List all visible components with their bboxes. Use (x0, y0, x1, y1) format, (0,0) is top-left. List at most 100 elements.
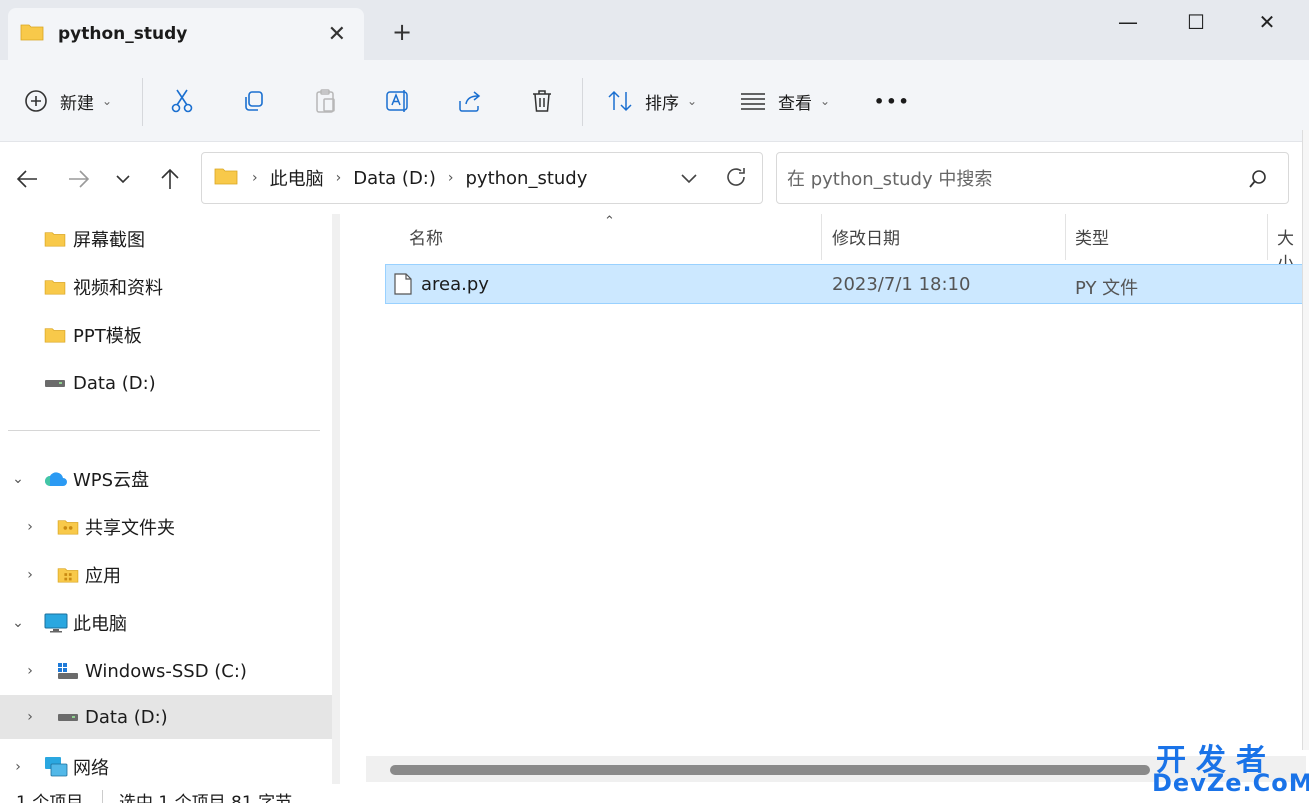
new-tab-button[interactable]: + (392, 18, 412, 46)
chevron-down-icon[interactable]: ⌄ (10, 615, 26, 631)
toolbar-divider (142, 78, 143, 126)
command-bar: 新建 ⌄ 排序 ⌄ 查看 ⌄ ••• (0, 60, 1309, 142)
arrow-up-icon (161, 168, 179, 189)
paste-button[interactable] (314, 86, 338, 116)
sidebar-item-network[interactable]: › 网络 (0, 745, 332, 784)
windows-drive-icon (57, 662, 79, 680)
column-divider[interactable] (821, 214, 822, 260)
sidebar-item-videos-materials[interactable]: 视频和资料 (0, 265, 332, 309)
sidebar-item-ppt-templates[interactable]: PPT模板 (0, 313, 332, 357)
file-icon (394, 273, 412, 300)
cloud-icon (44, 470, 68, 488)
sidebar-item-screenshots[interactable]: 屏幕截图 (0, 217, 332, 261)
arrow-right-icon (69, 170, 90, 188)
column-header-type[interactable]: 类型 (1075, 224, 1109, 249)
sidebar-item-label: 共享文件夹 (85, 518, 175, 539)
sidebar-item-this-pc[interactable]: ⌄ 此电脑 (0, 601, 332, 645)
cut-button[interactable] (170, 86, 194, 116)
column-header-modified[interactable]: 修改日期 (832, 224, 900, 249)
network-icon (44, 756, 68, 778)
site-watermark: 开发者 DevZe.CoM (1150, 735, 1309, 800)
sidebar-item-wps-cloud[interactable]: ⌄ WPS云盘 (0, 457, 332, 501)
back-button[interactable] (12, 164, 42, 194)
rename-button[interactable] (385, 86, 411, 116)
share-button[interactable] (457, 86, 483, 116)
sort-label: 排序 (645, 93, 679, 114)
new-label: 新建 (60, 93, 94, 114)
selection-info: 选中 1 个项目 81 字节 (119, 793, 293, 803)
watermark-line2: DevZe.CoM (1152, 769, 1309, 797)
share-icon (457, 89, 483, 113)
sidebar-item-label: PPT模板 (73, 326, 142, 347)
tab-python-study[interactable]: python_study ✕ (8, 8, 364, 60)
chevron-down-icon (116, 175, 130, 184)
file-modified: 2023/7/1 18:10 (832, 274, 971, 295)
column-divider[interactable] (1267, 214, 1268, 260)
chevron-right-icon[interactable]: › (22, 567, 38, 583)
more-options-button[interactable]: ••• (874, 86, 911, 116)
sidebar-item-label: 屏幕截图 (73, 230, 145, 251)
refresh-icon[interactable] (724, 165, 748, 194)
table-row[interactable]: area.py 2023/7/1 18:10 PY 文件 (385, 264, 1309, 304)
search-box[interactable] (776, 152, 1289, 204)
sidebar-item-data-d-quick[interactable]: Data (D:) (0, 361, 332, 405)
arrow-left-icon (16, 170, 37, 188)
sidebar-item-windows-ssd[interactable]: › Windows-SSD (C:) (0, 649, 332, 693)
folder-icon (44, 326, 66, 344)
column-divider[interactable] (1065, 214, 1066, 260)
list-view-icon (740, 91, 766, 111)
breadcrumb-this-pc[interactable]: 此电脑 (270, 165, 324, 191)
breadcrumb-separator: › (335, 170, 342, 186)
sidebar-item-label: Windows-SSD (C:) (85, 660, 247, 682)
close-tab-icon[interactable]: ✕ (328, 22, 346, 47)
navigation-pane: 屏幕截图 视频和资料 PPT模板 Data (D:) ⌄ WPS云盘 › 共享文… (0, 214, 340, 784)
breadcrumb-separator: › (447, 170, 454, 186)
sidebar-item-label: 应用 (85, 566, 121, 587)
recent-locations-button[interactable] (108, 164, 138, 194)
sort-icon (607, 89, 633, 113)
address-history-chevron-icon[interactable] (680, 167, 698, 194)
tab-title: python_study (58, 24, 188, 44)
chevron-right-icon[interactable]: › (22, 519, 38, 535)
copy-button[interactable] (242, 86, 266, 116)
up-button[interactable] (155, 164, 185, 194)
sort-ascending-icon: ⌃ (604, 214, 615, 229)
forward-button[interactable] (64, 164, 94, 194)
sidebar-item-label: Data (D:) (73, 372, 156, 394)
navigation-bar: › 此电脑 › Data (D:) › python_study (0, 142, 1309, 214)
view-button[interactable]: 查看 ⌄ (740, 86, 830, 116)
status-divider (102, 790, 103, 803)
folder-icon (214, 166, 238, 191)
column-header-name[interactable]: 名称 (409, 224, 443, 249)
chevron-right-icon[interactable]: › (22, 663, 38, 679)
sidebar-item-apps[interactable]: › 应用 (0, 553, 332, 597)
sort-button[interactable]: 排序 ⌄ (607, 86, 697, 116)
maximize-button[interactable]: ☐ (1176, 10, 1216, 34)
search-input[interactable] (787, 165, 1227, 193)
minimize-button[interactable]: — (1108, 10, 1148, 34)
rename-icon (385, 88, 411, 114)
shared-folder-icon (57, 518, 79, 536)
sidebar-item-shared-folder[interactable]: › 共享文件夹 (0, 505, 332, 549)
breadcrumb-data-d[interactable]: Data (D:) (353, 168, 436, 189)
address-bar[interactable]: › 此电脑 › Data (D:) › python_study (201, 152, 763, 204)
close-window-button[interactable]: ✕ (1247, 10, 1287, 34)
breadcrumb-python-study[interactable]: python_study (466, 168, 588, 189)
folder-icon (44, 230, 66, 248)
delete-button[interactable] (530, 86, 554, 116)
chevron-right-icon[interactable]: › (10, 759, 26, 775)
sidebar-scrollbar[interactable] (332, 214, 340, 784)
trash-icon (530, 88, 554, 114)
chevron-down-icon: ⌄ (687, 94, 698, 108)
copy-icon (242, 89, 266, 113)
chevron-down-icon[interactable]: ⌄ (10, 471, 26, 487)
new-button[interactable]: 新建 ⌄ (24, 86, 112, 116)
search-icon[interactable] (1248, 169, 1268, 194)
file-name: area.py (421, 274, 489, 295)
horizontal-scroll-thumb[interactable] (390, 765, 1150, 775)
drive-icon (44, 377, 66, 389)
folder-icon (44, 278, 66, 296)
view-label: 查看 (778, 93, 812, 114)
sidebar-item-data-d[interactable]: › Data (D:) (0, 695, 332, 739)
chevron-right-icon[interactable]: › (22, 709, 38, 725)
